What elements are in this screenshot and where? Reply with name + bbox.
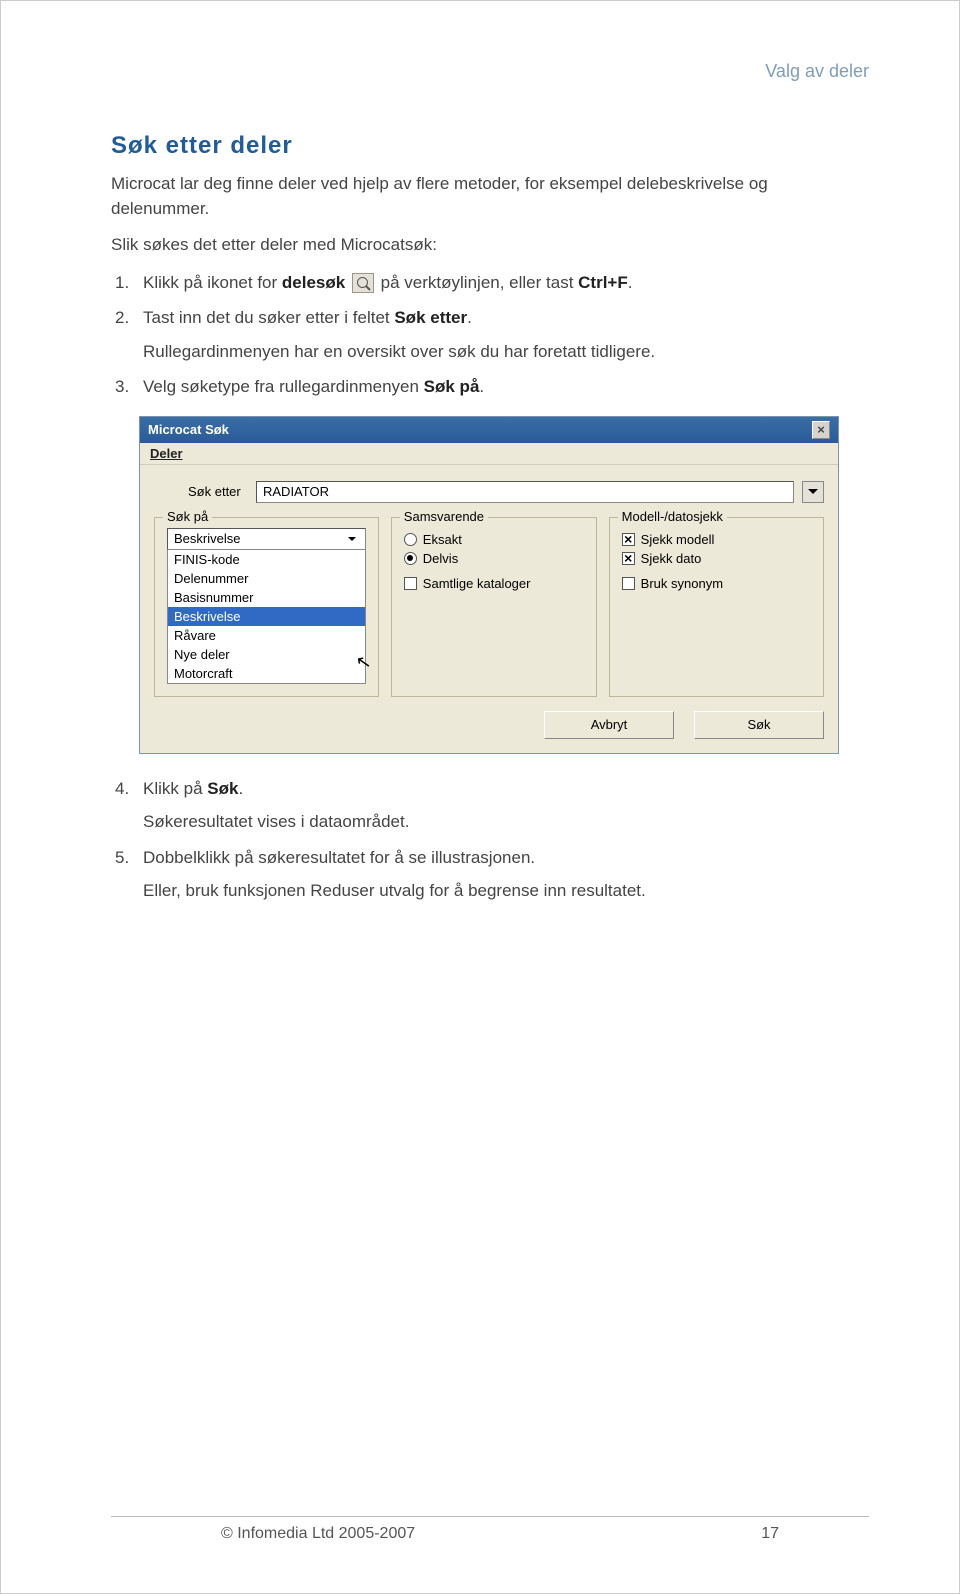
radio-delvis[interactable]: Delvis [404,551,584,566]
group-modell-dato: Modell-/datosjekk Sjekk modell Sjekk dat… [609,517,824,697]
checkbox-icon[interactable] [404,577,417,590]
step-1: Klikk på ikonet for delesøk på verktøyli… [115,270,869,296]
search-button[interactable]: Søk [694,711,824,739]
checkbox-label: Sjekk modell [641,532,715,547]
radio-icon[interactable] [404,552,417,565]
radio-label: Eksakt [423,532,462,547]
step-5: Dobbelklikk på søkeresultatet for å se i… [115,845,869,904]
checkbox-icon[interactable] [622,533,635,546]
step-text: Velg søketype fra rullegardinmenyen [143,377,424,396]
page-number: 17 [761,1525,779,1543]
step-text: Dobbelklikk på søkeresultatet for å se i… [143,848,535,867]
group-legend: Modell-/datosjekk [618,509,727,524]
close-icon[interactable]: × [812,421,830,439]
radio-icon[interactable] [404,533,417,546]
step-sub: Eller, bruk funksjonen Reduser utvalg fo… [143,878,869,904]
step-3: Velg søketype fra rullegardinmenyen Søk … [115,374,869,400]
step-sub: Rullegardinmenyen har en oversikt over s… [143,339,869,365]
checkbox-icon[interactable] [622,552,635,565]
checkbox-label: Samtlige kataloger [423,576,531,591]
checkbox-label: Bruk synonym [641,576,723,591]
step-text: Tast inn det du søker etter i feltet [143,308,394,327]
combo-option[interactable]: Beskrivelse [168,607,365,626]
step-text: . [479,377,484,396]
combo-option[interactable]: Basisnummer [168,588,365,607]
step-text: . [628,273,633,292]
dialog-window: Microcat Søk × Deler Søk etter Søk på [139,416,839,754]
combo-option[interactable]: FINIS-kode [168,550,365,569]
step-bold: delesøk [282,273,345,292]
page-footer: © Infomedia Ltd 2005-2007 17 [111,1516,869,1543]
radio-eksakt[interactable]: Eksakt [404,532,584,547]
checkbox-sjekk-dato[interactable]: Sjekk dato [622,551,811,566]
checkbox-label: Sjekk dato [641,551,702,566]
page-title: Søk etter deler [111,132,869,160]
combo-option[interactable]: Nye deler [168,645,365,664]
step-text: på verktøylinjen, eller tast [376,273,578,292]
step-sub: Søkeresultatet vises i dataområdet. [143,809,869,835]
cancel-button[interactable]: Avbryt [544,711,674,739]
combo-selected: Beskrivelse [174,531,240,546]
group-sok-pa: Søk på Beskrivelse FINIS-kode Delenummer… [154,517,379,697]
group-legend: Samsvarende [400,509,488,524]
group-samsvarende: Samsvarende Eksakt Delvis Samtlige katal… [391,517,597,697]
window-title: Microcat Søk [148,422,229,437]
search-icon [352,273,374,293]
step-bold: Søk [207,779,238,798]
checkbox-icon[interactable] [622,577,635,590]
step-bold: Søk på [424,377,480,396]
step-bold: Ctrl+F [578,273,628,292]
section-header: Valg av deler [111,61,869,82]
search-type-combo[interactable]: Beskrivelse FINIS-kode Delenummer Basisn… [167,528,366,684]
combo-list[interactable]: FINIS-kode Delenummer Basisnummer Beskri… [167,550,366,684]
search-field-label: Søk etter [188,484,248,499]
step-2: Tast inn det du søker etter i feltet Søk… [115,305,869,364]
step-text: . [467,308,472,327]
radio-label: Delvis [423,551,458,566]
lead-paragraph: Slik søkes det etter deler med Microcats… [111,233,869,258]
group-legend: Søk på [163,509,212,524]
step-text: Klikk på ikonet for [143,273,282,292]
step-text: . [238,779,243,798]
search-input[interactable] [256,481,794,503]
combo-option[interactable]: Motorcraft [168,664,365,683]
checkbox-samtlige[interactable]: Samtlige kataloger [404,576,584,591]
screenshot: Microcat Søk × Deler Søk etter Søk på [139,416,869,754]
step-4: Klikk på Søk. Søkeresultatet vises i dat… [115,776,869,835]
menu-item-deler[interactable]: Deler [150,446,183,461]
menu-bar[interactable]: Deler [140,443,838,465]
step-text: Klikk på [143,779,207,798]
intro-paragraph: Microcat lar deg finne deler ved hjelp a… [111,172,869,221]
dropdown-history-button[interactable] [802,481,824,503]
checkbox-bruk-synonym[interactable]: Bruk synonym [622,576,811,591]
combo-option[interactable]: Råvare [168,626,365,645]
step-bold: Søk etter [394,308,467,327]
combo-option[interactable]: Delenummer [168,569,365,588]
chevron-down-icon[interactable] [345,532,359,546]
copyright: © Infomedia Ltd 2005-2007 [221,1525,415,1543]
titlebar: Microcat Søk × [140,417,838,443]
checkbox-sjekk-modell[interactable]: Sjekk modell [622,532,811,547]
